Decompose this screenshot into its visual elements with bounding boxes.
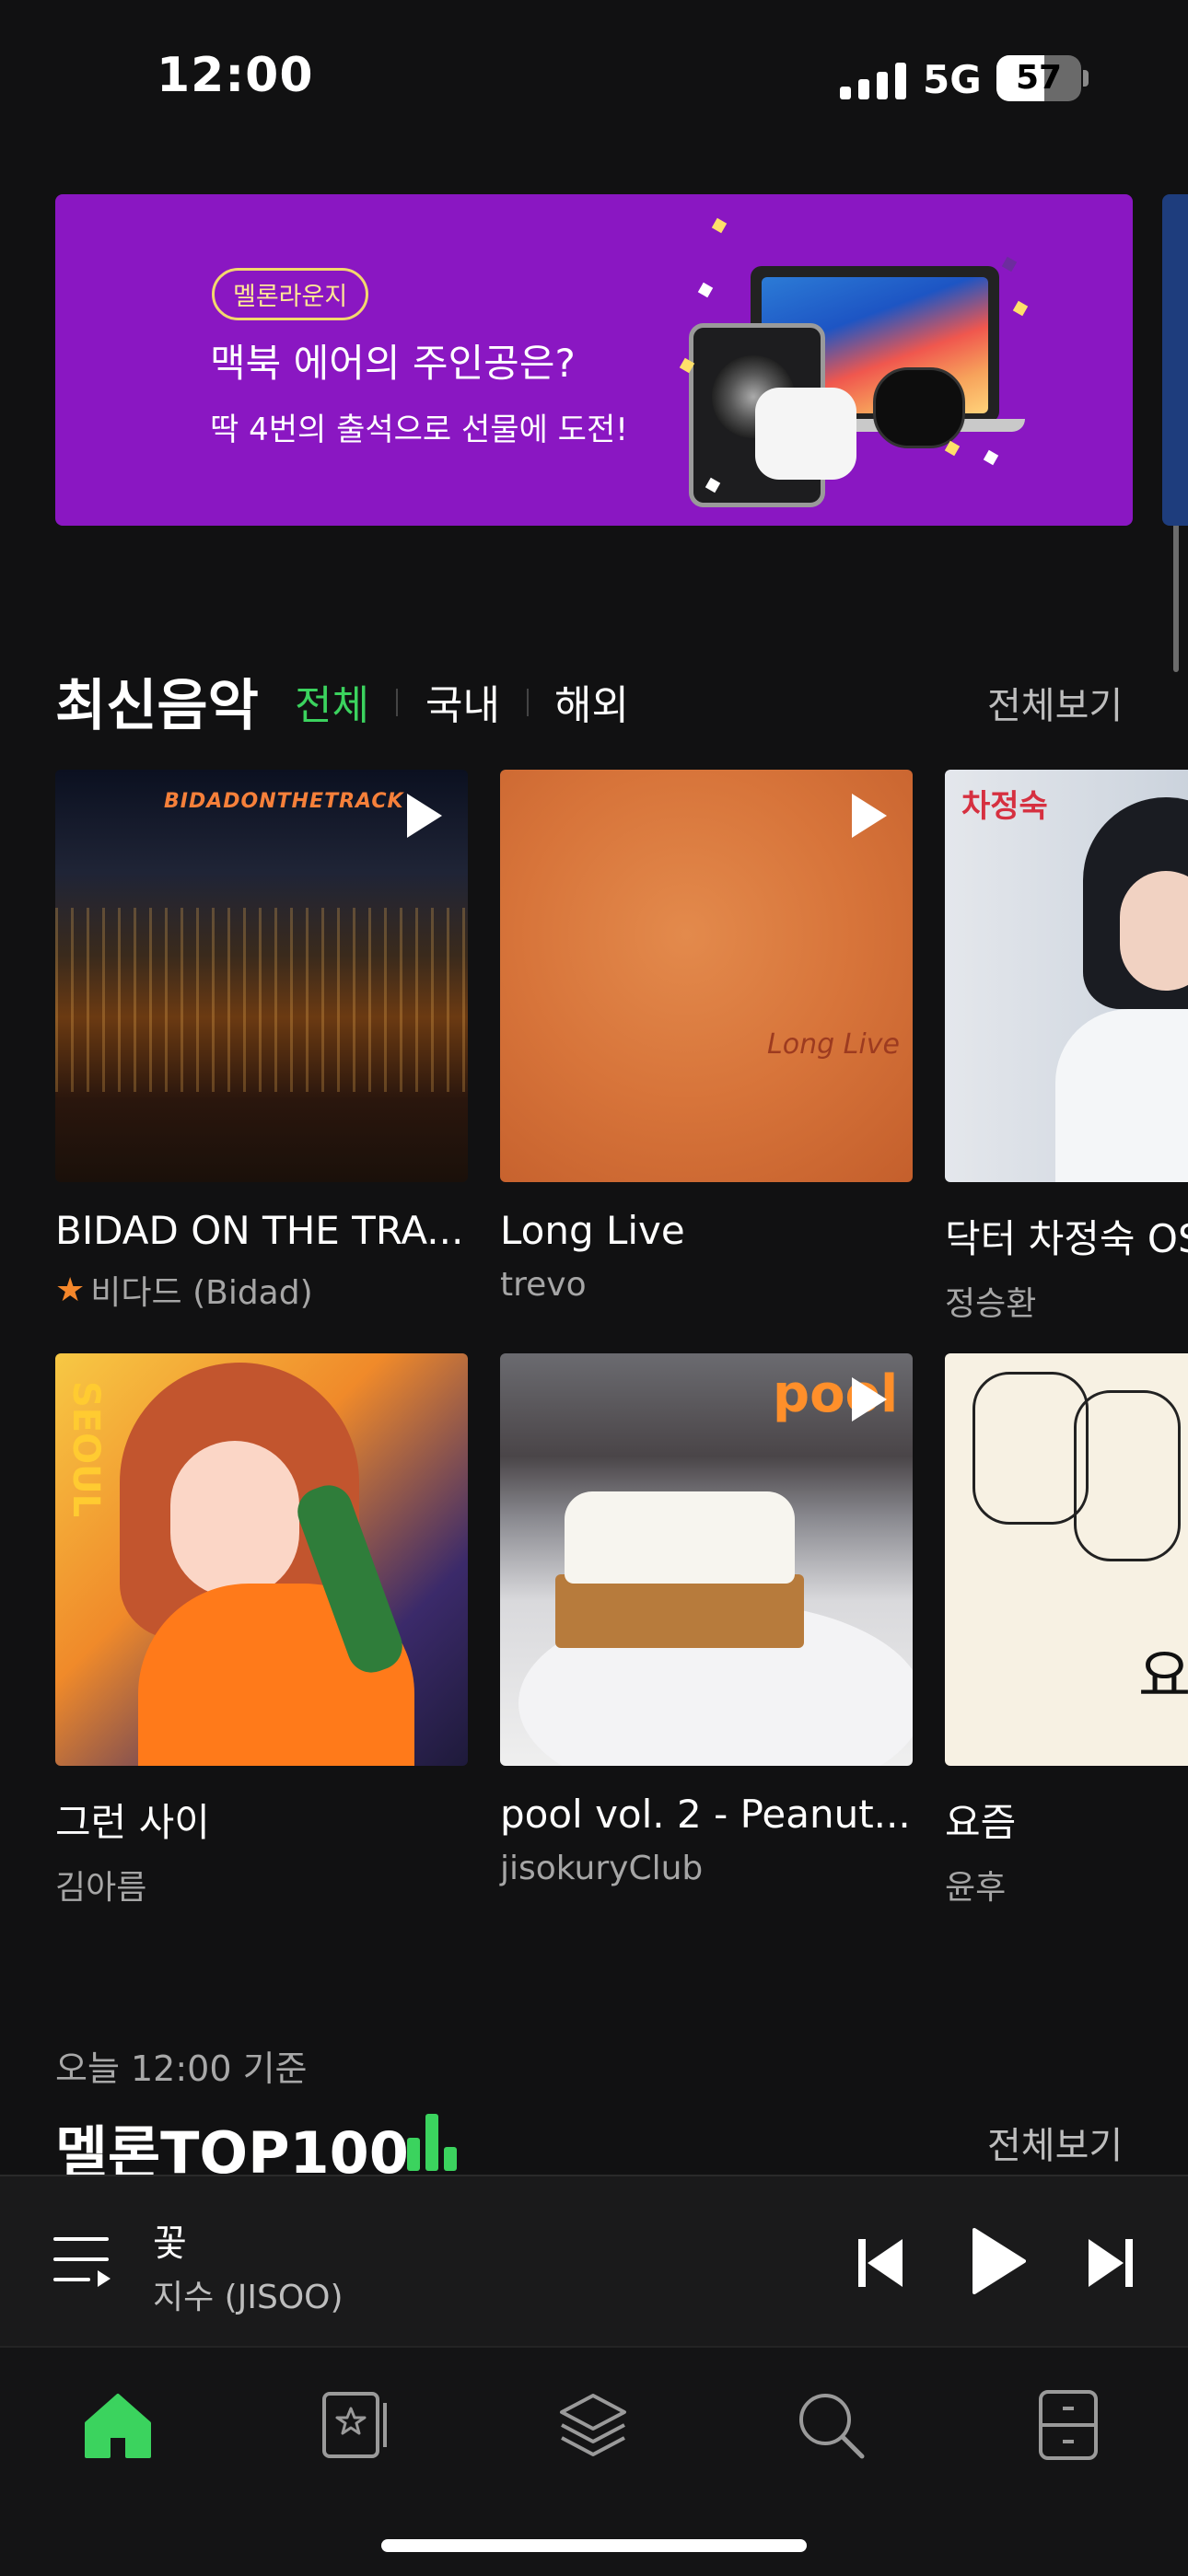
next-track-icon[interactable] [1087, 2237, 1135, 2289]
battery-cap [1083, 70, 1089, 87]
chart-basis-time: 오늘 12:00 기준 [55, 2048, 308, 2089]
promo-banner[interactable]: 멜론라운지 맥북 에어의 주인공은? 딱 4번의 출석으로 선물에 도전! [55, 194, 1133, 526]
library-icon[interactable] [319, 2388, 392, 2462]
artist-name: 비다드 (Bidad) [90, 1274, 313, 1312]
tab-all[interactable]: 전체 [295, 672, 369, 731]
now-playing-title[interactable]: 꽃 [153, 2213, 187, 2267]
cover-text: 요즘 [1138, 1642, 1188, 1710]
album-artist[interactable]: 윤후 [945, 1861, 1188, 1909]
album-card[interactable]: 차정숙 닥터 차정숙 OS 정승환 [945, 770, 1188, 1325]
see-all-top100-link[interactable]: 전체보기 [987, 2116, 1123, 2169]
confetti [711, 217, 728, 234]
search-icon[interactable] [794, 2388, 868, 2462]
section-title-latest: 최신음악 [55, 674, 259, 738]
album-artist[interactable]: jisokuryClub [500, 1850, 913, 1887]
tab-divider [527, 689, 529, 716]
network-type: 5G [923, 57, 982, 102]
album-cover[interactable]: BIDADONTHETRACK [55, 770, 468, 1182]
airpods-image [755, 388, 856, 480]
now-playing-artist[interactable]: 지수 (JISOO) [153, 2270, 344, 2318]
tab-domestic[interactable]: 국내 [425, 672, 500, 731]
home-icon[interactable] [81, 2388, 155, 2462]
album-artist[interactable]: ★ 비다드 (Bidad) [55, 1266, 468, 1314]
album-card[interactable]: Long Live Long Live trevo [500, 770, 913, 1304]
battery-level: 57 [1015, 59, 1063, 97]
battery-icon: 57 [996, 55, 1081, 101]
album-cover[interactable]: 요즘 [945, 1353, 1188, 1766]
album-cover[interactable]: 차정숙 [945, 770, 1188, 1182]
album-card[interactable]: BIDADONTHETRACK BIDAD ON THE TRA... ★ 비다… [55, 770, 468, 1314]
confetti [1012, 300, 1029, 317]
album-title[interactable]: pool vol. 2 - Peanut... [500, 1792, 913, 1837]
next-banner-peek[interactable] [1162, 194, 1188, 526]
earbuds-image [873, 367, 965, 448]
confetti [697, 282, 714, 298]
album-title[interactable]: 닥터 차정숙 OS [945, 1208, 1188, 1264]
album-title[interactable]: 그런 사이 [55, 1792, 468, 1848]
see-all-latest-link[interactable]: 전체보기 [987, 676, 1123, 729]
album-artist[interactable]: trevo [500, 1266, 913, 1304]
confetti [983, 449, 999, 466]
mini-player[interactable]: 꽃 지수 (JISOO) [0, 2175, 1188, 2347]
play-icon[interactable] [407, 794, 442, 838]
cover-text: Long Live [767, 1028, 900, 1061]
previous-track-icon[interactable] [856, 2237, 904, 2289]
album-artist[interactable]: 김아름 [55, 1861, 468, 1909]
play-icon[interactable] [852, 794, 887, 838]
drawer-icon[interactable] [1031, 2388, 1105, 2462]
confetti [1001, 256, 1018, 273]
play-icon[interactable] [971, 2228, 1026, 2294]
album-cover[interactable]: SEOUL [55, 1353, 468, 1766]
album-card[interactable]: 요즘 요즘 윤후 [945, 1353, 1188, 1909]
album-card[interactable]: SEOUL 그런 사이 김아름 [55, 1353, 468, 1909]
album-title[interactable]: BIDAD ON THE TRA... [55, 1208, 468, 1253]
banner-title: 맥북 에어의 주인공은? [210, 341, 576, 386]
home-indicator[interactable] [381, 2539, 807, 2552]
cellular-signal-icon [840, 61, 906, 99]
cover-text: SEOUL [64, 1381, 107, 1518]
album-cover[interactable]: Long Live [500, 770, 913, 1182]
chart-bars-icon [407, 2114, 460, 2171]
star-icon: ★ [55, 1271, 86, 1309]
album-artist[interactable]: 정승환 [945, 1277, 1188, 1325]
album-title[interactable]: Long Live [500, 1208, 913, 1253]
status-time: 12:00 [157, 48, 314, 103]
tab-overseas[interactable]: 해외 [554, 672, 629, 731]
layers-icon[interactable] [556, 2388, 630, 2462]
cover-text: 차정숙 [961, 788, 1048, 825]
album-cover[interactable]: pool [500, 1353, 913, 1766]
album-card[interactable]: pool pool vol. 2 - Peanut... jisokuryClu… [500, 1353, 913, 1887]
banner-tag: 멜론라운지 [212, 268, 369, 320]
playlist-icon[interactable] [53, 2232, 112, 2287]
tab-divider [396, 689, 398, 716]
album-title[interactable]: 요즘 [945, 1792, 1188, 1848]
play-icon[interactable] [852, 1377, 887, 1421]
banner-subtitle: 딱 4번의 출석으로 선물에 도전! [210, 412, 628, 448]
cover-text: BIDADONTHETRACK [164, 790, 404, 813]
